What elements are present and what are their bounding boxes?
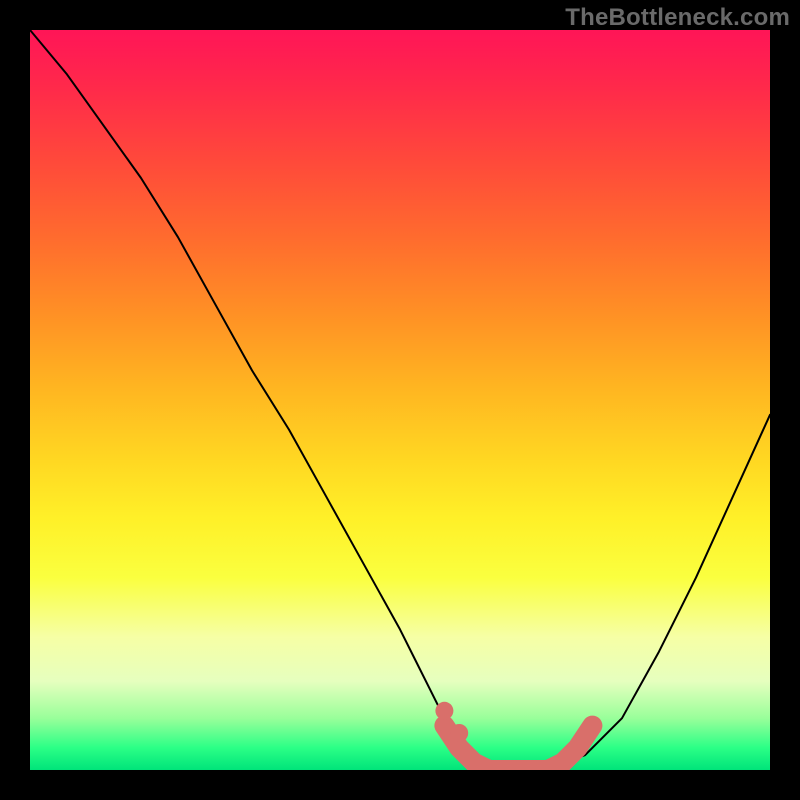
watermark-text: TheBottleneck.com	[565, 4, 790, 32]
chart-frame: TheBottleneck.com	[0, 0, 800, 800]
bottleneck-curve	[30, 30, 770, 770]
curve-overlay	[30, 30, 770, 770]
marker-dot	[450, 724, 468, 742]
plot-area	[30, 30, 770, 770]
marker-dot	[435, 702, 453, 720]
